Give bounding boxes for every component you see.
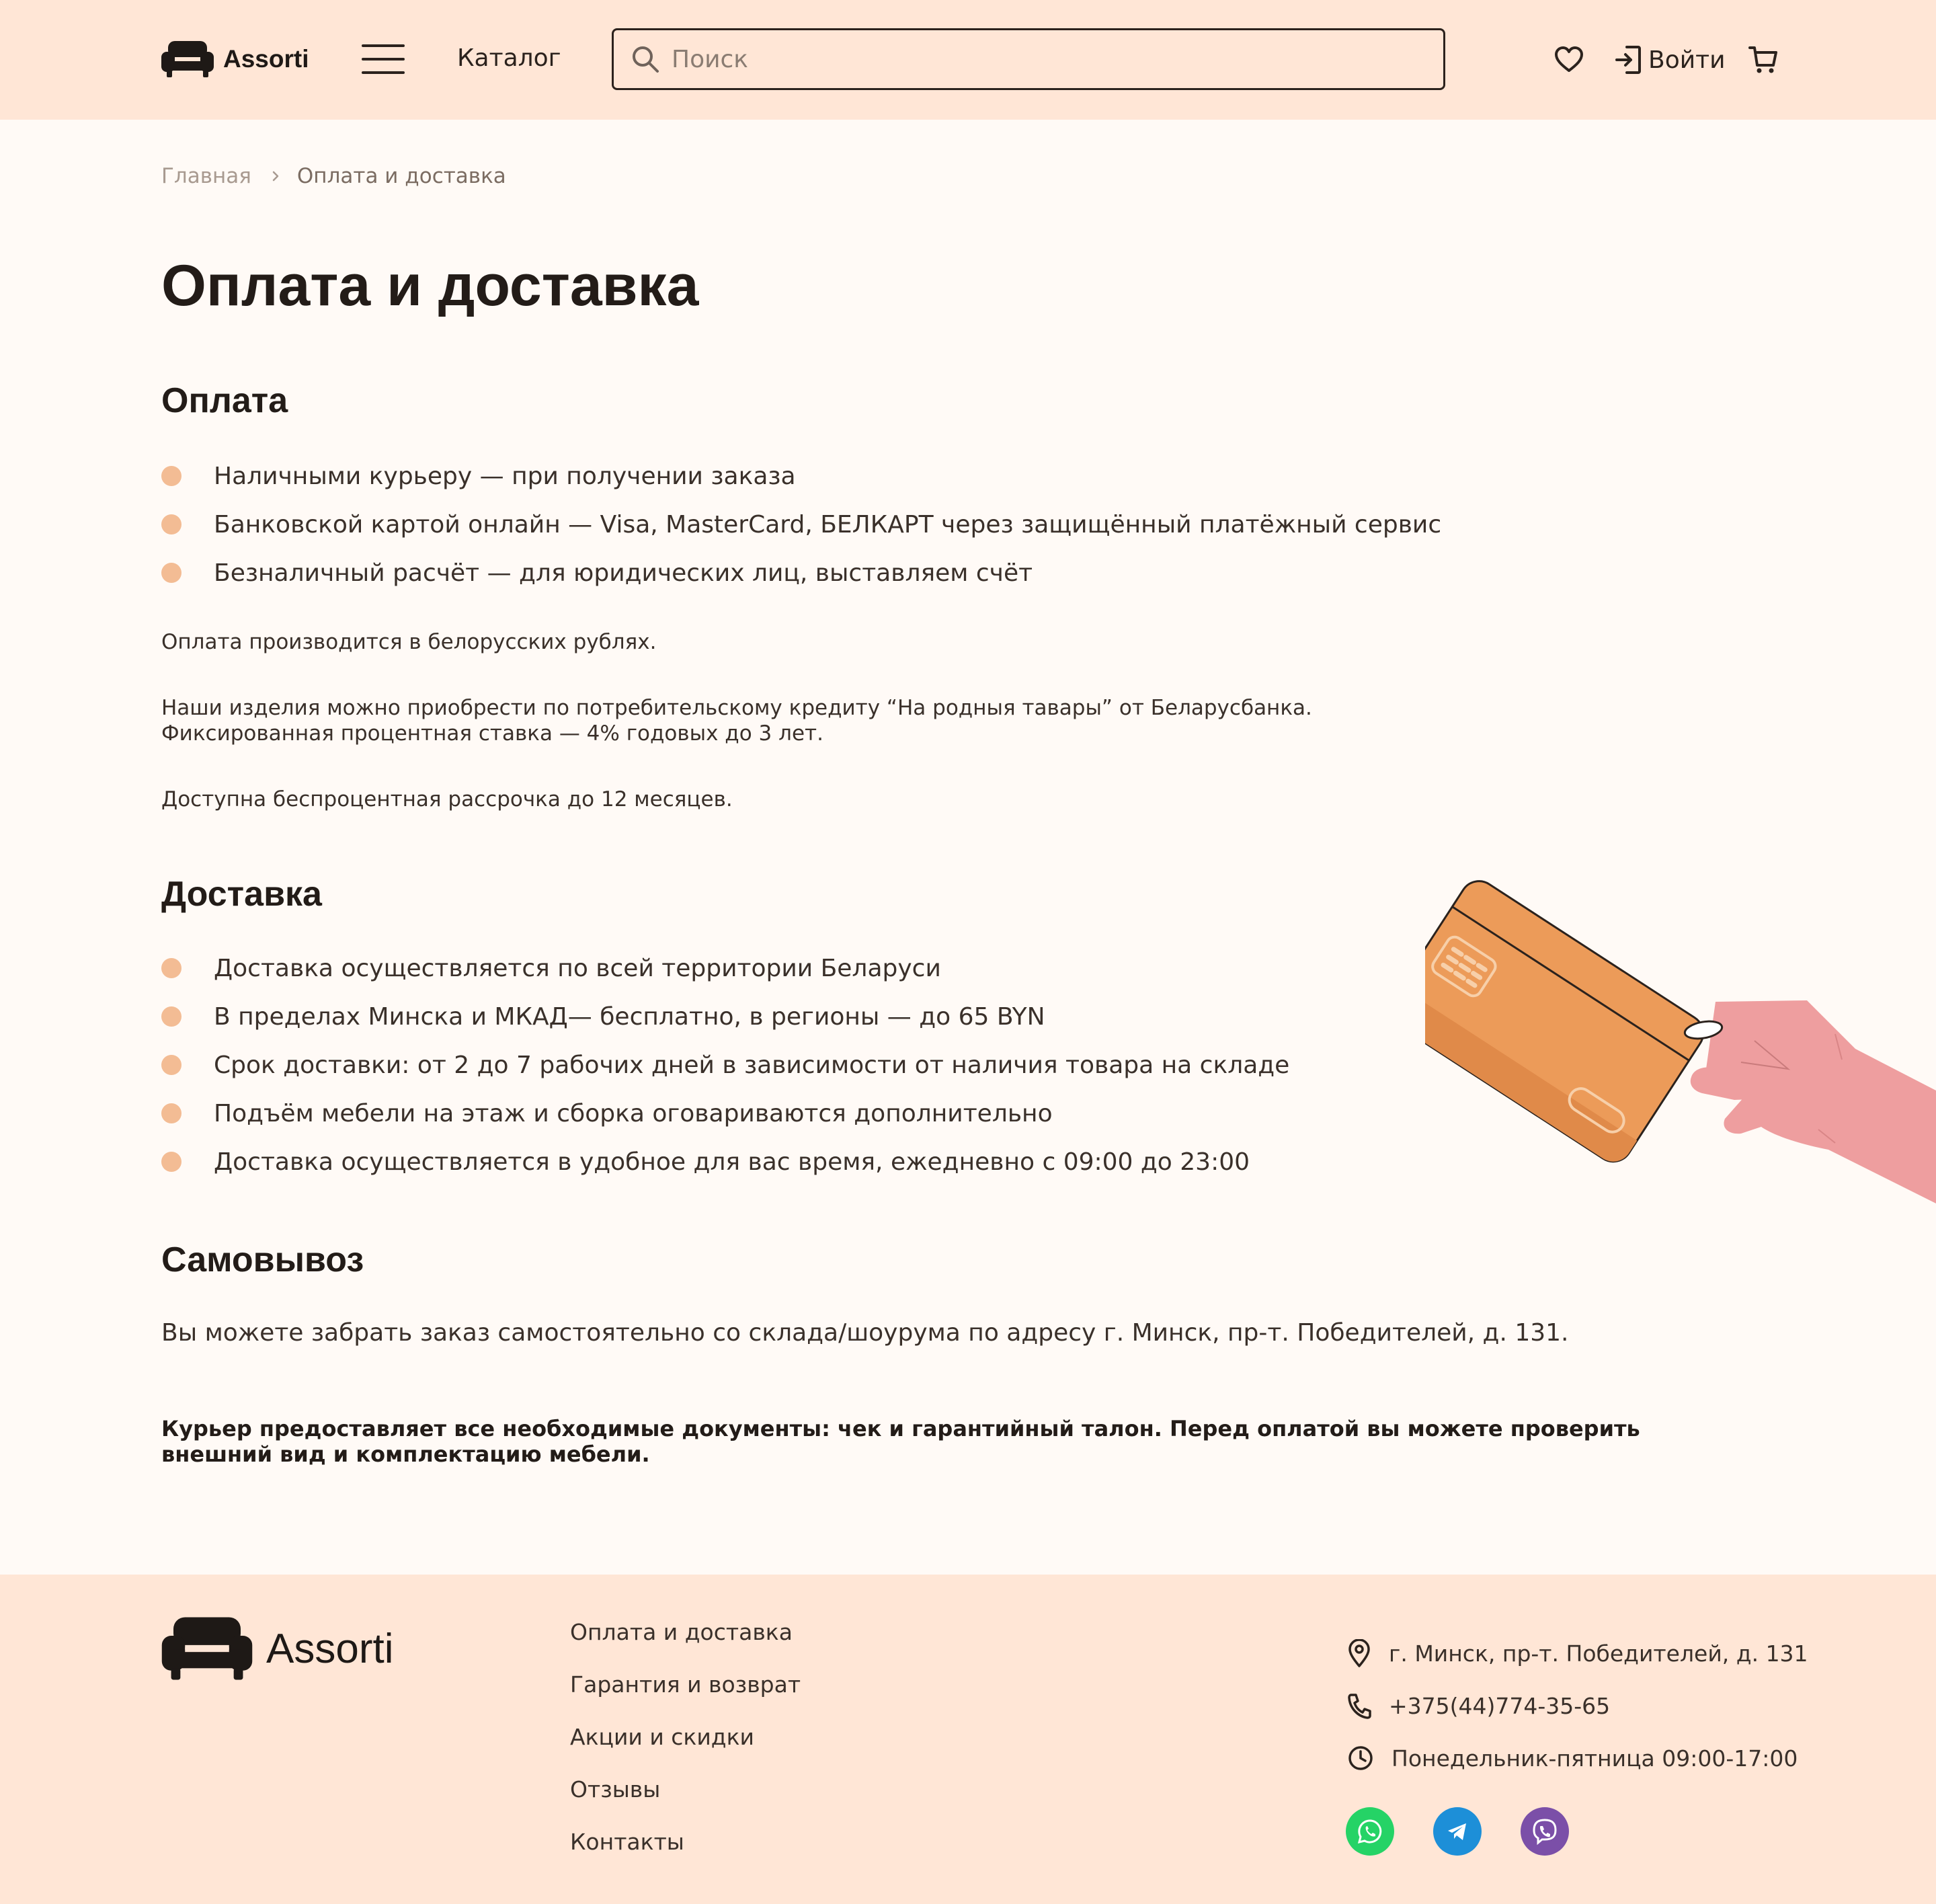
chevron-right-icon bbox=[272, 170, 280, 182]
search-icon bbox=[633, 46, 659, 73]
payment-credit-note: Наши изделия можно приобрести по потреби… bbox=[161, 695, 1312, 746]
payment-list: Наличными курьеру — при получении заказа… bbox=[161, 452, 1441, 597]
bullet-dot bbox=[161, 563, 182, 583]
payment-installment-note: Доступна беспроцентная рассрочка до 12 м… bbox=[161, 787, 733, 811]
cart-button[interactable] bbox=[1748, 45, 1778, 75]
viber-icon[interactable] bbox=[1521, 1807, 1569, 1856]
bullet-dot bbox=[161, 466, 182, 486]
list-item: Подъём мебели на этаж и сборка оговарива… bbox=[161, 1089, 1289, 1138]
footer-link-promotions[interactable]: Акции и скидки bbox=[570, 1724, 801, 1776]
login-icon bbox=[1615, 46, 1641, 74]
breadcrumb: Главная Оплата и доставка bbox=[161, 164, 506, 188]
burger-menu-icon[interactable] bbox=[362, 42, 405, 77]
sofa-logo-icon bbox=[161, 41, 214, 77]
catalog-link[interactable]: Каталог bbox=[457, 44, 561, 72]
footer-logo[interactable]: Assorti bbox=[161, 1615, 393, 1682]
heart-icon[interactable] bbox=[1554, 46, 1584, 73]
sofa-logo-icon bbox=[161, 1617, 253, 1680]
breadcrumb-current: Оплата и доставка bbox=[296, 164, 506, 188]
credit-note-line2: Фиксированная процентная ставка — 4% год… bbox=[161, 721, 823, 746]
list-item-text: В пределах Минска и МКАД— бесплатно, в р… bbox=[214, 1002, 1045, 1031]
footer-address-text: г. Минск, пр-т. Победителей, д. 131 bbox=[1389, 1640, 1808, 1667]
list-item: В пределах Минска и МКАД— бесплатно, в р… bbox=[161, 992, 1289, 1041]
footer-hours: Понедельник-пятница 09:00-17:00 bbox=[1347, 1732, 1808, 1784]
list-item-text: Подъём мебели на этаж и сборка оговарива… bbox=[214, 1099, 1053, 1127]
pickup-title: Самовывоз bbox=[161, 1240, 364, 1279]
social-links bbox=[1346, 1807, 1569, 1856]
telegram-icon[interactable] bbox=[1433, 1807, 1482, 1856]
list-item-text: Банковской картой онлайн — Visa, MasterC… bbox=[214, 510, 1442, 539]
footer-phone-text: +375(44)774-35-65 bbox=[1389, 1692, 1611, 1719]
login-button[interactable]: Войти bbox=[1615, 45, 1726, 75]
credit-note-line1: Наши изделия можно приобрести по потреби… bbox=[161, 696, 1312, 720]
bullet-dot bbox=[161, 1055, 182, 1075]
list-item: Доставка осуществляется в удобное для ва… bbox=[161, 1138, 1289, 1186]
delivery-list: Доставка осуществляется по всей территор… bbox=[161, 944, 1289, 1186]
whatsapp-icon[interactable] bbox=[1346, 1807, 1394, 1856]
bullet-dot bbox=[161, 1006, 182, 1027]
login-label: Войти bbox=[1648, 46, 1726, 74]
logo-text: Assorti bbox=[223, 45, 309, 73]
delivery-title: Доставка bbox=[161, 875, 322, 914]
page-title: Оплата и доставка bbox=[161, 253, 699, 318]
site-header: Assorti Каталог Войти bbox=[0, 0, 1936, 120]
footer-contacts: г. Минск, пр-т. Победителей, д. 131 +375… bbox=[1347, 1627, 1808, 1784]
clock-icon bbox=[1348, 1746, 1373, 1770]
header-logo[interactable]: Assorti bbox=[161, 36, 309, 82]
footer-link-warranty[interactable]: Гарантия и возврат bbox=[570, 1671, 801, 1724]
list-item-text: Наличными курьеру — при получении заказа bbox=[214, 462, 796, 490]
list-item: Банковской картой онлайн — Visa, MasterC… bbox=[161, 500, 1441, 549]
bullet-dot bbox=[161, 1103, 182, 1123]
list-item: Безналичный расчёт — для юридических лиц… bbox=[161, 549, 1441, 597]
bullet-dot bbox=[161, 958, 182, 978]
breadcrumb-home-link[interactable]: Главная bbox=[161, 164, 251, 188]
phone-icon bbox=[1348, 1694, 1371, 1719]
list-item-text: Доставка осуществляется в удобное для ва… bbox=[214, 1148, 1250, 1176]
cart-icon bbox=[1748, 46, 1777, 73]
payment-currency-note: Оплата производится в белорусских рублях… bbox=[161, 630, 657, 654]
site-footer: Assorti Оплата и доставка Гарантия и воз… bbox=[0, 1575, 1936, 1904]
list-item-text: Доставка осуществляется по всей территор… bbox=[214, 954, 941, 982]
footer-link-contacts[interactable]: Контакты bbox=[570, 1829, 801, 1881]
list-item-text: Безналичный расчёт — для юридических лиц… bbox=[214, 559, 1033, 587]
search-box[interactable] bbox=[612, 28, 1445, 90]
bullet-dot bbox=[161, 1152, 182, 1172]
footer-link-reviews[interactable]: Отзывы bbox=[570, 1776, 801, 1829]
search-input[interactable] bbox=[672, 45, 1411, 73]
bullet-dot bbox=[161, 514, 182, 534]
list-item: Доставка осуществляется по всей территор… bbox=[161, 944, 1289, 992]
list-item: Срок доставки: от 2 до 7 рабочих дней в … bbox=[161, 1041, 1289, 1089]
pickup-text: Вы можете забрать заказ самостоятельно с… bbox=[161, 1319, 1569, 1347]
header-actions: Войти bbox=[1554, 40, 1778, 79]
list-item: Наличными курьеру — при получении заказа bbox=[161, 452, 1441, 500]
footer-logo-text: Assorti bbox=[266, 1625, 394, 1672]
location-pin-icon bbox=[1348, 1639, 1370, 1667]
footer-address: г. Минск, пр-т. Победителей, д. 131 bbox=[1347, 1627, 1808, 1679]
list-item-text: Срок доставки: от 2 до 7 рабочих дней в … bbox=[214, 1051, 1290, 1079]
footer-hours-text: Понедельник-пятница 09:00-17:00 bbox=[1392, 1745, 1798, 1772]
footer-links: Оплата и доставка Гарантия и возврат Акц… bbox=[570, 1619, 801, 1881]
payment-title: Оплата bbox=[161, 381, 288, 420]
footer-link-payment-delivery[interactable]: Оплата и доставка bbox=[570, 1619, 801, 1671]
courier-note: Курьер предоставляет все необходимые док… bbox=[161, 1416, 1640, 1467]
hand-holding-card-illustration bbox=[1425, 880, 1936, 1203]
footer-phone[interactable]: +375(44)774-35-65 bbox=[1347, 1679, 1808, 1732]
